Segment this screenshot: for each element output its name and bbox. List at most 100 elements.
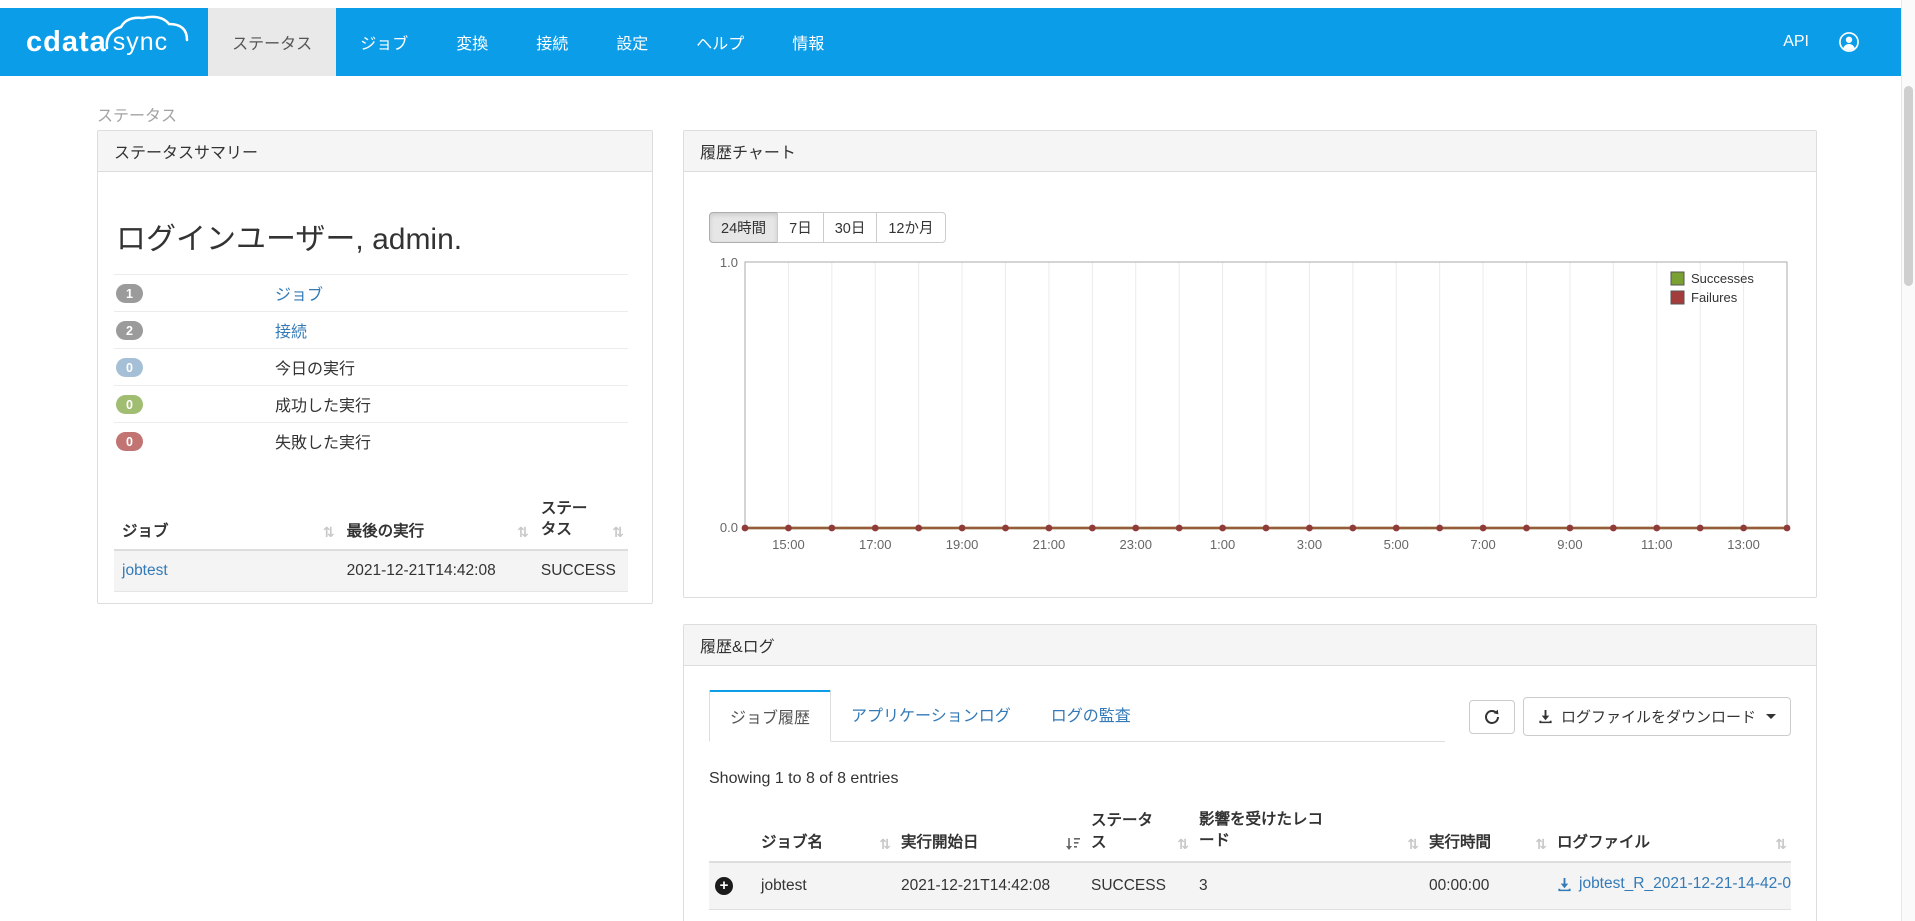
nav-item-info[interactable]: 情報 xyxy=(768,8,848,76)
col-header-status[interactable]: ステータス ⇅ xyxy=(532,493,628,551)
cell-status: SUCCESS xyxy=(1085,862,1193,910)
col-header-logfile[interactable]: ログファイル ⇅ xyxy=(1551,802,1791,863)
sort-both-icon[interactable]: ⇅ xyxy=(879,836,891,853)
job-history-table: ジョブ名 ⇅ 実行開始日 ステータス ⇅ 影響を受けたレコード ⇅ 実行時間 ⇅… xyxy=(709,802,1791,921)
range-button-7d[interactable]: 7日 xyxy=(777,212,824,243)
svg-text:1.0: 1.0 xyxy=(720,255,738,270)
summary-item-successful-runs: 0 成功した実行 xyxy=(114,385,628,422)
nav-item-help[interactable]: ヘルプ xyxy=(672,8,768,76)
svg-text:0.0: 0.0 xyxy=(720,520,738,535)
tab-application-log[interactable]: アプリケーションログ xyxy=(831,690,1031,742)
scrollbar-thumb[interactable] xyxy=(1904,86,1913,286)
log-toolbar: ジョブ履歴 アプリケーションログ ログの監査 ログファイルをダウンロード xyxy=(709,690,1791,742)
summary-item-connections: 2 接続 xyxy=(114,311,628,348)
col-header-duration[interactable]: 実行時間 ⇅ xyxy=(1423,802,1551,863)
summary-item-jobs: 1 ジョブ xyxy=(114,274,628,311)
col-header-expand xyxy=(709,802,755,863)
cell-start-date: 2021-12-21T14:42:08 xyxy=(895,862,1085,910)
refresh-icon xyxy=(1485,709,1499,724)
top-gap xyxy=(0,0,1915,8)
col-header-job[interactable]: ジョブ ⇅ xyxy=(114,493,339,551)
cloud-swoosh-icon xyxy=(105,15,189,49)
page-scrollbar[interactable] xyxy=(1901,0,1915,921)
sort-both-icon[interactable]: ⇅ xyxy=(612,524,624,541)
svg-text:23:00: 23:00 xyxy=(1119,537,1152,552)
user-circle-icon[interactable] xyxy=(1831,32,1867,52)
nav-item-transform[interactable]: 変換 xyxy=(432,8,512,76)
summary-job-row: jobtest 2021-12-21T14:42:08 SUCCESS xyxy=(114,549,628,592)
range-button-30d[interactable]: 30日 xyxy=(822,212,878,243)
cell-status: SUCCESS xyxy=(1085,909,1193,921)
expand-row-icon[interactable]: + xyxy=(715,876,733,895)
sort-desc-active-icon[interactable] xyxy=(1065,837,1081,851)
job-status: SUCCESS xyxy=(532,549,628,592)
chart-range-button-group: 24時間 7日 30日 12か月 xyxy=(709,212,946,243)
history-chart-panel: 履歴チャート 24時間 7日 30日 12か月 1.0 0.0 15:00 17:00… xyxy=(683,130,1817,598)
svg-text:21:00: 21:00 xyxy=(1033,537,1066,552)
sort-both-icon[interactable]: ⇅ xyxy=(323,524,335,541)
summary-jobs-table: ジョブ ⇅ 最後の実行 ⇅ ステータス ⇅ jobtest 2021-12-21… xyxy=(114,493,628,592)
svg-text:15:00: 15:00 xyxy=(772,537,805,552)
svg-text:Failures: Failures xyxy=(1691,290,1738,305)
brand-logo[interactable]: cdata sync xyxy=(0,8,208,76)
nav-api-link[interactable]: API xyxy=(1761,33,1831,51)
sort-both-icon[interactable]: ⇅ xyxy=(517,524,529,541)
job-history-row: + jobtest 2021-12-21T14:41:21 SUCCESS 3 … xyxy=(709,909,1791,921)
history-log-body: ジョブ履歴 アプリケーションログ ログの監査 ログファイルをダウンロード Sho… xyxy=(684,666,1816,921)
jobs-count-badge: 1 xyxy=(116,283,143,303)
range-button-24h[interactable]: 24時間 xyxy=(709,212,779,243)
history-chart-body: 24時間 7日 30日 12か月 1.0 0.0 15:00 17:00 19:00 21… xyxy=(684,172,1816,554)
nav-item-jobs[interactable]: ジョブ xyxy=(336,8,432,76)
runs-today-label: 今日の実行 xyxy=(275,361,356,378)
tab-audit-log[interactable]: ログの監査 xyxy=(1031,690,1151,742)
nav-item-connections[interactable]: 接続 xyxy=(512,8,592,76)
cell-logfile xyxy=(1551,909,1791,921)
sort-both-icon[interactable]: ⇅ xyxy=(1177,836,1189,853)
brand-sync-wrap: sync xyxy=(105,15,189,57)
summary-item-runs-today: 0 今日の実行 xyxy=(114,348,628,385)
failed-runs-label: 失敗した実行 xyxy=(275,435,372,452)
nav-item-settings[interactable]: 設定 xyxy=(592,8,672,76)
history-log-header: 履歴&ログ xyxy=(684,625,1816,666)
status-summary-header: ステータスサマリー xyxy=(98,131,652,172)
nav-menu: ステータス ジョブ 変換 接続 設定 ヘルプ 情報 xyxy=(208,8,848,76)
tab-job-history[interactable]: ジョブ履歴 xyxy=(709,690,832,742)
failed-runs-count-badge: 0 xyxy=(116,431,143,451)
cell-records: 3 xyxy=(1193,909,1423,921)
successful-runs-count-badge: 0 xyxy=(116,394,143,414)
col-header-affected-records[interactable]: 影響を受けたレコード ⇅ xyxy=(1193,802,1423,863)
sort-both-icon[interactable]: ⇅ xyxy=(1407,836,1419,853)
col-header-job-name[interactable]: ジョブ名 ⇅ xyxy=(755,802,895,863)
cell-records: 3 xyxy=(1193,862,1423,910)
job-name-link[interactable]: jobtest xyxy=(122,562,168,579)
svg-text:1:00: 1:00 xyxy=(1210,537,1235,552)
status-summary-panel: ステータスサマリー ログインユーザー, admin. 1 ジョブ 2 接続 0 … xyxy=(97,130,653,604)
refresh-button[interactable] xyxy=(1468,699,1515,734)
connections-link[interactable]: 接続 xyxy=(275,318,307,342)
summary-item-failed-runs: 0 失敗した実行 xyxy=(114,422,628,459)
svg-text:7:00: 7:00 xyxy=(1470,537,1495,552)
download-logfile-button[interactable]: ログファイルをダウンロード xyxy=(1522,697,1791,736)
jobs-link[interactable]: ジョブ xyxy=(275,281,323,305)
cell-duration: 00:00:01 xyxy=(1423,909,1551,921)
col-header-start-date[interactable]: 実行開始日 xyxy=(895,802,1085,863)
connections-count-badge: 2 xyxy=(116,320,143,340)
history-log-panel: 履歴&ログ ジョブ履歴 アプリケーションログ ログの監査 ログファイルをダウンロ… xyxy=(683,624,1817,921)
svg-text:9:00: 9:00 xyxy=(1557,537,1582,552)
svg-text:3:00: 3:00 xyxy=(1297,537,1322,552)
log-toolbar-buttons: ログファイルをダウンロード xyxy=(1461,697,1791,742)
download-icon xyxy=(1558,877,1571,891)
sort-both-icon[interactable]: ⇅ xyxy=(1775,836,1787,853)
nav-right: API xyxy=(1761,8,1901,76)
logfile-download-link[interactable]: jobtest_R_2021-12-21-14-42-08.log xyxy=(1557,875,1791,893)
col-header-status[interactable]: ステータス ⇅ xyxy=(1085,802,1193,863)
nav-item-status[interactable]: ステータス xyxy=(208,8,337,76)
cell-duration: 00:00:00 xyxy=(1423,862,1551,910)
col-header-last-run[interactable]: 最後の実行 ⇅ xyxy=(338,493,533,551)
svg-text:13:00: 13:00 xyxy=(1727,537,1760,552)
range-button-12m[interactable]: 12か月 xyxy=(876,212,946,243)
svg-text:11:00: 11:00 xyxy=(1641,537,1673,552)
download-icon xyxy=(1539,709,1552,724)
sort-both-icon[interactable]: ⇅ xyxy=(1535,836,1547,853)
cell-job-name: jobtest xyxy=(755,862,895,910)
